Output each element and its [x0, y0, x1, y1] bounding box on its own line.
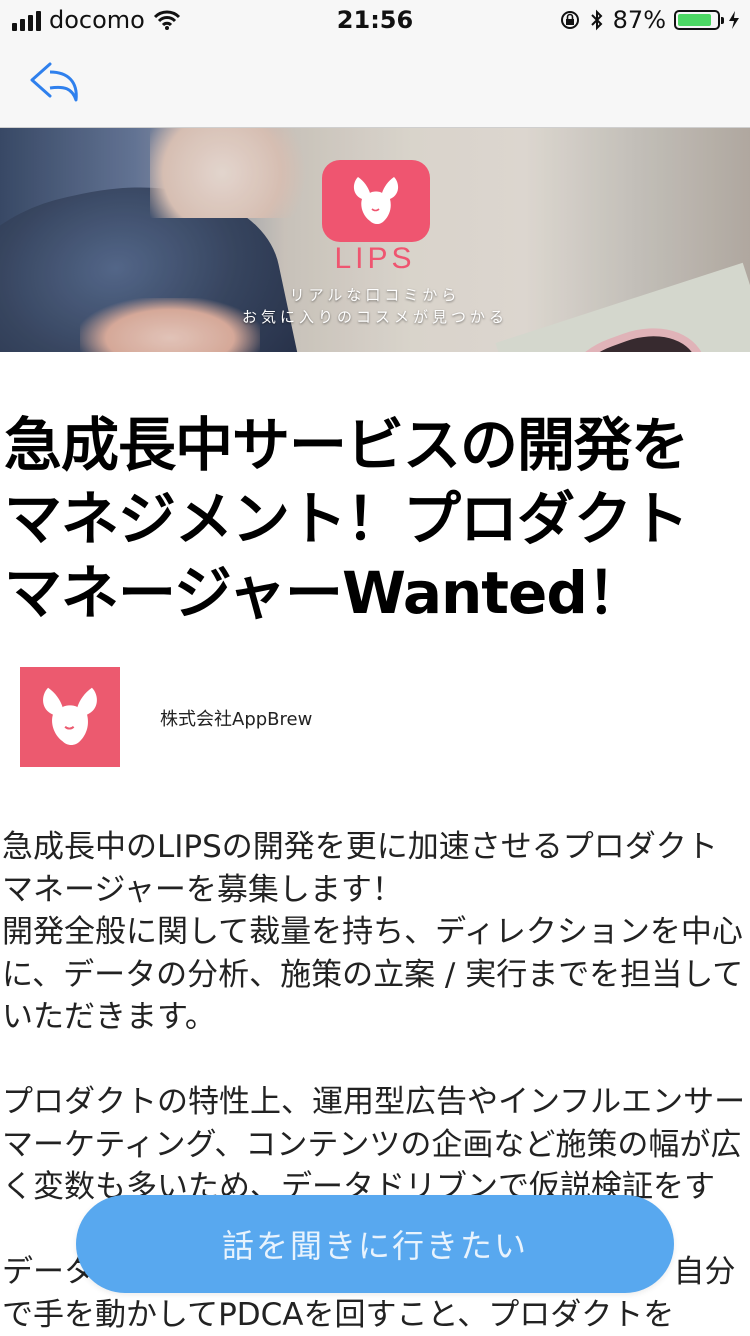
company-name[interactable]: 株式会社AppBrew [160, 705, 312, 731]
battery-icon [674, 10, 724, 30]
back-button[interactable] [28, 60, 88, 108]
hero-tagline-1: リアルな口コミから [289, 286, 461, 304]
hero-tagline-2: お気に入りのコスメが見つかる [241, 308, 508, 326]
job-title: 急成長中サービスの開発をマネジメント！プロダクトマネージャーWanted！ [4, 411, 689, 627]
hero-banner: LIPS リアルな口コミから お気に入りのコスメが見つかる [0, 128, 750, 352]
company-row[interactable]: 株式会社AppBrew [20, 667, 730, 767]
back-arrow-icon [30, 62, 78, 102]
lips-app-icon [322, 160, 430, 242]
apply-interest-button[interactable]: 話を聞きに行きたい [76, 1195, 674, 1293]
battery-percent: 87% [612, 6, 666, 34]
battery-fill [678, 14, 712, 26]
charging-icon [729, 11, 739, 29]
status-right: 87% [559, 6, 740, 34]
navigation-bar [0, 40, 750, 128]
status-bar: docomo 21:56 87% [0, 0, 750, 40]
bluetooth-icon [590, 9, 603, 31]
hero-brand-name: LIPS [334, 242, 416, 275]
fawn-logo-icon [43, 687, 97, 746]
fawn-logo-icon [353, 177, 399, 224]
orientation-lock-icon [560, 11, 579, 29]
company-logo [20, 667, 120, 767]
